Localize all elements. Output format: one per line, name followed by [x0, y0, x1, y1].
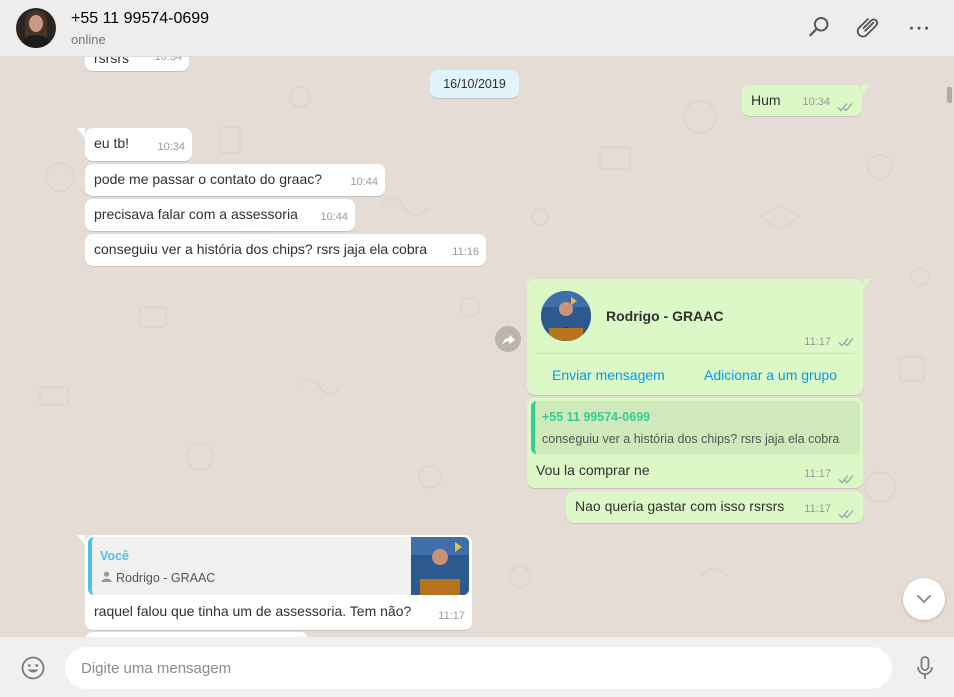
- message-incoming-reply[interactable]: Você Rodrigo - GRAAC raquel falou que ti…: [77, 535, 472, 630]
- send-message-button[interactable]: Enviar mensagem: [552, 367, 665, 383]
- chevron-down-icon: [917, 595, 931, 604]
- quoted-text: conseguiu ver a história dos chips? rsrs…: [542, 432, 840, 446]
- quoted-photo-thumbnail: [411, 537, 469, 595]
- contact-avatar[interactable]: [16, 8, 56, 48]
- message-time: 10:44: [350, 176, 378, 188]
- quoted-author: +55 11 99574-0699: [542, 410, 651, 424]
- message-text: Nao queria gastar com isso rsrsrs: [575, 498, 785, 514]
- message-outgoing[interactable]: Nao queria gastar com isso rsrsrs 11:17: [566, 491, 863, 523]
- paperclip-icon[interactable]: [856, 14, 882, 40]
- quoted-author: Você: [100, 549, 129, 563]
- microphone-icon[interactable]: [914, 656, 936, 680]
- forward-icon: [501, 334, 515, 345]
- chat-header: +55 11 99574-0699 online: [0, 0, 954, 57]
- message-outgoing[interactable]: Hum 10:34: [742, 85, 870, 116]
- message-time: 10:34: [802, 96, 830, 108]
- contact-card-message[interactable]: Rodrigo - GRAAC 11:17 Enviar mensagem Ad…: [527, 279, 871, 395]
- message-text: raquel falou que tinha um de assessoria.…: [94, 603, 412, 619]
- quoted-text: Rodrigo - GRAAC: [116, 571, 216, 585]
- contact-status: online: [71, 32, 106, 47]
- message-text: conseguiu ver a história dos chips? rsrs…: [94, 241, 428, 257]
- message-text: pode me passar o contato do graac?: [94, 171, 323, 187]
- message-outgoing-reply[interactable]: +55 11 99574-0699 conseguiu ver a histór…: [527, 398, 863, 488]
- person-icon: [101, 571, 112, 582]
- date-separator: 16/10/2019: [430, 70, 519, 98]
- message-time: 11:17: [804, 336, 831, 348]
- message-input[interactable]: [65, 647, 892, 689]
- double-check-icon: [838, 510, 854, 519]
- message-text: precisava falar com a assessoria: [94, 206, 298, 222]
- double-check-icon: [838, 475, 854, 484]
- message-time: 11:17: [804, 503, 831, 515]
- message-text: rsrsrs: [94, 57, 129, 66]
- message-incoming[interactable]: eu tb! 10:34: [77, 128, 192, 161]
- quoted-message[interactable]: Você Rodrigo - GRAAC: [88, 537, 469, 595]
- scroll-down-button[interactable]: [903, 578, 945, 620]
- double-check-icon: [837, 103, 853, 112]
- message-time: 11:17: [804, 468, 831, 480]
- message-incoming[interactable]: conseguiu ver a história dos chips? rsrs…: [85, 234, 486, 266]
- chat-area[interactable]: rsrsrs 10:34 16/10/2019 Hum 10:34 eu tb!…: [0, 57, 954, 637]
- message-incoming[interactable]: pode me passar o contato do graac? 10:44: [85, 164, 385, 196]
- message-text: Vou la comprar ne: [536, 462, 650, 478]
- search-icon[interactable]: [806, 14, 832, 40]
- forward-button[interactable]: [495, 326, 521, 352]
- shared-contact-name: Rodrigo - GRAAC: [606, 308, 724, 324]
- quoted-message[interactable]: +55 11 99574-0699 conseguiu ver a histór…: [531, 401, 860, 454]
- message-text: eu tb!: [94, 135, 130, 151]
- message-time: 10:34: [157, 141, 185, 153]
- double-check-icon: [838, 338, 854, 347]
- emoji-icon[interactable]: [20, 655, 46, 681]
- card-divider: [535, 353, 855, 354]
- message-time: 11:17: [438, 610, 465, 622]
- message-incoming[interactable]: rsrsrs 10:34: [85, 57, 189, 71]
- message-time: 11:16: [452, 246, 479, 258]
- message-text: Hum: [751, 92, 781, 108]
- shared-contact-avatar: [541, 291, 591, 341]
- message-time: 10:44: [320, 211, 348, 223]
- contact-name[interactable]: +55 11 99574-0699: [71, 10, 209, 28]
- more-options-icon[interactable]: [906, 14, 932, 40]
- message-incoming[interactable]: precisava falar com a assessoria 10:44: [85, 199, 355, 231]
- add-to-group-button[interactable]: Adicionar a um grupo: [704, 367, 837, 383]
- message-time: 10:34: [154, 57, 182, 63]
- scrollbar-thumb[interactable]: [947, 87, 952, 103]
- composer-bar: [0, 637, 954, 697]
